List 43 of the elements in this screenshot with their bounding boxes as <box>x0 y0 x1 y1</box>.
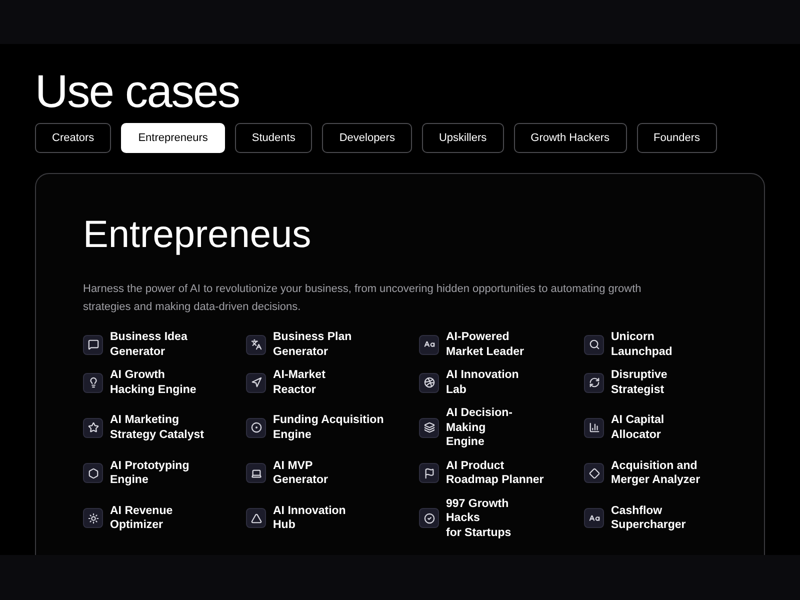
layers-icon <box>419 418 439 438</box>
category-tab[interactable]: Creators <box>35 123 112 153</box>
use-case-link[interactable]: Business Idea Generator <box>110 330 188 359</box>
text-case-icon <box>584 508 604 528</box>
use-case-link[interactable]: AI Decision- Making Engine <box>446 406 512 450</box>
use-case-link[interactable]: AI Capital Allocator <box>611 413 664 442</box>
lightbulb-icon <box>83 372 103 392</box>
target-icon <box>246 418 266 438</box>
flag-icon <box>419 463 439 483</box>
laptop-icon <box>246 463 266 483</box>
use-case-link[interactable]: Funding Acquisition Engine <box>273 413 384 442</box>
use-case-link[interactable]: AI-Powered Market Leader <box>446 330 524 359</box>
use-case-link[interactable]: AI Innovation Lab <box>446 368 519 397</box>
use-case-link[interactable]: 997 Growth Hacks for Startups <box>446 496 512 540</box>
text-case-icon <box>419 334 439 354</box>
category-tab[interactable]: Students <box>234 123 312 153</box>
use-case-link[interactable]: Disruptive Strategist <box>611 368 668 397</box>
refresh-icon <box>584 372 604 392</box>
use-case-link[interactable]: AI Innovation Hub <box>273 504 346 533</box>
message-icon <box>83 334 103 354</box>
category-tab[interactable]: Entrepreneurs <box>121 123 225 153</box>
use-case-link[interactable]: AI MVP Generator <box>273 458 328 488</box>
use-case-link[interactable]: AI Revenue Optimizer <box>110 504 173 533</box>
use-case-link[interactable]: AI Prototyping Engine <box>110 458 190 488</box>
use-case-link[interactable]: AI-Market Reactor <box>273 368 326 397</box>
search-icon <box>584 334 604 354</box>
category-tab[interactable]: Upskillers <box>422 123 504 153</box>
use-case-link[interactable]: AI Marketing Strategy Catalyst <box>110 413 204 442</box>
category-tab[interactable]: Developers <box>322 123 412 153</box>
bar-chart-icon <box>584 418 604 438</box>
use-case-link[interactable]: Cashflow Supercharger <box>611 504 686 533</box>
use-case-link[interactable]: AI Growth Hacking Engine <box>110 368 196 397</box>
card-description: Harness the power of AI to revolutionize your business, from uncovering hidden opportunities to automating growth strategies and making data-driven decisions. <box>83 282 642 315</box>
translate-icon <box>246 334 266 354</box>
use-case-link[interactable]: Acquisition and Merger Analyzer <box>611 458 700 488</box>
use-case-link[interactable]: Business Plan Generator <box>273 330 352 359</box>
card-heading: Entrepreneus <box>83 213 312 258</box>
sun-icon <box>83 508 103 528</box>
category-tab[interactable]: Founders <box>636 123 717 153</box>
use-case-link[interactable]: Unicorn Launchpad <box>611 330 672 359</box>
page-title: Use cases <box>35 64 240 118</box>
category-tab[interactable]: Growth Hackers <box>514 123 627 153</box>
use-case-link[interactable]: AI Product Roadmap Planner <box>446 458 544 488</box>
